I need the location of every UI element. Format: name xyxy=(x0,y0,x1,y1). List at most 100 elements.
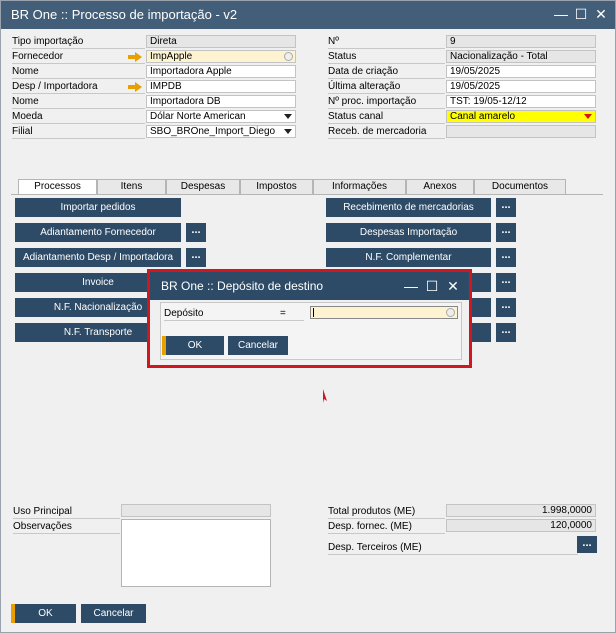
modal-ok-button[interactable]: OK xyxy=(162,336,224,355)
tab-anexos[interactable]: Anexos xyxy=(406,179,474,194)
maximize-icon[interactable]: ☐ xyxy=(571,4,591,24)
partial-button[interactable] xyxy=(471,298,491,317)
main-window: BR One :: Processo de importação - v2 — … xyxy=(0,0,616,633)
choose-icon[interactable] xyxy=(446,308,455,317)
divider xyxy=(328,48,445,49)
divider xyxy=(328,93,445,94)
more-button[interactable]: ... xyxy=(496,223,516,242)
choose-icon[interactable] xyxy=(284,52,293,61)
deposito-input[interactable] xyxy=(310,306,458,319)
fornecedor-label: Fornecedor xyxy=(12,51,64,62)
divider xyxy=(12,108,145,109)
more-button[interactable]: ... xyxy=(186,248,206,267)
divider xyxy=(13,518,120,519)
deposito-modal: BR One :: Depósito de destino — ☐ ✕ Depó… xyxy=(147,269,472,368)
partial-button[interactable] xyxy=(471,273,491,292)
more-button[interactable]: ... xyxy=(577,536,597,553)
maximize-icon[interactable]: ☐ xyxy=(422,276,442,296)
more-button[interactable]: ... xyxy=(186,223,206,242)
num-field[interactable]: 9 xyxy=(446,35,596,48)
divider xyxy=(164,320,304,321)
link-arrow-icon[interactable] xyxy=(128,82,142,92)
divider xyxy=(328,518,445,519)
canal-select[interactable]: Canal amarelo xyxy=(446,110,596,123)
chevron-down-icon xyxy=(584,114,592,119)
modal-title: BR One :: Depósito de destino xyxy=(161,279,324,293)
proc-field[interactable]: TST: 19/05-12/12 xyxy=(446,95,596,108)
tipo-field[interactable]: Direta xyxy=(146,35,296,48)
divider xyxy=(328,533,445,534)
title-bar: BR One :: Processo de importação - v2 — … xyxy=(1,1,615,29)
window-title: BR One :: Processo de importação - v2 xyxy=(11,7,238,22)
partial-button[interactable] xyxy=(471,323,491,342)
close-icon[interactable]: ✕ xyxy=(443,276,463,296)
nome1-field[interactable]: Importadora Apple xyxy=(146,65,296,78)
minimize-icon[interactable]: — xyxy=(401,276,421,296)
importar-pedidos-button[interactable]: Importar pedidos xyxy=(15,198,181,217)
divider xyxy=(13,533,120,534)
tab-impostos[interactable]: Impostos xyxy=(240,179,313,194)
num-label: Nº xyxy=(328,36,339,47)
divider xyxy=(12,48,145,49)
divider xyxy=(12,138,145,139)
alteracao-field[interactable]: 19/05/2025 xyxy=(446,80,596,93)
tab-despesas[interactable]: Despesas xyxy=(166,179,240,194)
chevron-down-icon xyxy=(284,114,292,119)
link-arrow-icon[interactable] xyxy=(128,52,142,62)
uso-field[interactable] xyxy=(121,504,271,517)
tab-processos[interactable]: Processos xyxy=(18,179,97,195)
more-button[interactable]: ... xyxy=(496,273,516,292)
total-field[interactable]: 1.998,0000 xyxy=(446,504,596,517)
uso-label: Uso Principal xyxy=(13,506,72,517)
minimize-icon[interactable]: — xyxy=(551,4,571,24)
nome1-label: Nome xyxy=(12,66,39,77)
receb-field[interactable] xyxy=(446,125,596,138)
divider xyxy=(328,78,445,79)
criacao-field[interactable]: 19/05/2025 xyxy=(446,65,596,78)
tab-itens[interactable]: Itens xyxy=(97,179,166,194)
nome2-field[interactable]: Importadora DB xyxy=(146,95,296,108)
observacoes-textarea[interactable] xyxy=(121,519,271,587)
tab-informacoes[interactable]: Informações xyxy=(313,179,406,194)
divider xyxy=(12,123,145,124)
divider xyxy=(328,63,445,64)
filial-label: Filial xyxy=(12,126,33,137)
divider xyxy=(328,123,445,124)
more-button[interactable]: ... xyxy=(496,248,516,267)
mouse-cursor-icon xyxy=(323,389,327,403)
close-icon[interactable]: ✕ xyxy=(591,4,611,24)
status-label: Status xyxy=(328,51,357,62)
fornec-field[interactable]: 120,0000 xyxy=(446,519,596,532)
moeda-label: Moeda xyxy=(12,111,43,122)
adiantamento-desp-button[interactable]: Adiantamento Desp / Importadora xyxy=(15,248,181,267)
tipo-label: Tipo importação xyxy=(12,36,84,47)
adiantamento-fornecedor-button[interactable]: Adiantamento Fornecedor xyxy=(15,223,181,242)
desp-label: Desp / Importadora xyxy=(12,81,98,92)
tab-documentos[interactable]: Documentos xyxy=(474,179,566,194)
ok-button[interactable]: OK xyxy=(11,604,76,623)
modal-cancel-button[interactable]: Cancelar xyxy=(228,336,288,355)
modal-title-bar: BR One :: Depósito de destino — ☐ ✕ xyxy=(150,272,469,300)
desp-field[interactable]: IMPDB xyxy=(146,80,296,93)
total-label: Total produtos (ME) xyxy=(328,506,416,517)
cancel-button[interactable]: Cancelar xyxy=(81,604,146,623)
obs-label: Observações xyxy=(13,521,72,532)
status-field[interactable]: Nacionalização - Total xyxy=(446,50,596,63)
filial-select[interactable]: SBO_BROne_Import_Diego xyxy=(146,125,296,138)
fornecedor-field[interactable]: ImpApple xyxy=(146,50,296,63)
canal-label: Status canal xyxy=(328,111,384,122)
more-button[interactable]: ... xyxy=(496,198,516,217)
text-caret xyxy=(313,308,314,317)
more-button[interactable]: ... xyxy=(496,298,516,317)
more-button[interactable]: ... xyxy=(496,323,516,342)
divider xyxy=(328,554,578,555)
divider xyxy=(12,93,145,94)
alteracao-label: Última alteração xyxy=(328,81,401,92)
recebimento-mercadorias-button[interactable]: Recebimento de mercadorias xyxy=(326,198,491,217)
divider xyxy=(328,138,445,139)
receb-label: Receb. de mercadoria xyxy=(328,126,427,137)
moeda-select[interactable]: Dólar Norte American xyxy=(146,110,296,123)
despesas-importacao-button[interactable]: Despesas Importação xyxy=(326,223,491,242)
nome2-label: Nome xyxy=(12,96,39,107)
nf-complementar-button[interactable]: N.F. Complementar xyxy=(326,248,491,267)
